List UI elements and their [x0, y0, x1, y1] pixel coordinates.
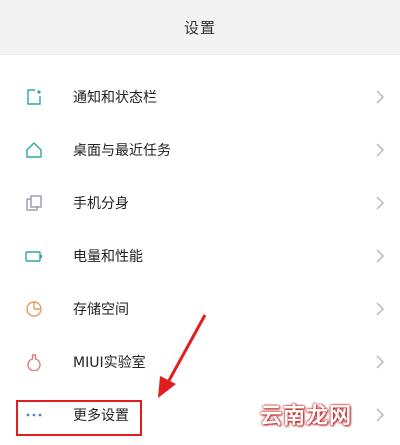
- settings-item-home-screen[interactable]: 桌面与最近任务: [0, 123, 400, 176]
- settings-item-battery[interactable]: 电量和性能: [0, 229, 400, 282]
- storage-icon: [24, 299, 44, 319]
- settings-item-storage[interactable]: 存储空间: [0, 282, 400, 335]
- settings-item-miui-lab[interactable]: MIUI实验室: [0, 335, 400, 388]
- lab-flask-icon: [24, 352, 44, 372]
- chevron-right-icon: [376, 302, 384, 315]
- chevron-right-icon: [376, 143, 384, 156]
- title-bar: 设置: [0, 0, 400, 55]
- settings-item-label: 通知和状态栏: [73, 89, 157, 106]
- chevron-right-icon: [376, 196, 384, 209]
- settings-item-dual-space[interactable]: 手机分身: [0, 176, 400, 229]
- chevron-right-icon: [376, 355, 384, 368]
- annotation-highlight-box: [16, 400, 142, 436]
- settings-item-label: 存储空间: [73, 301, 129, 318]
- home-icon: [24, 140, 44, 160]
- settings-item-notifications[interactable]: 通知和状态栏: [0, 70, 400, 123]
- chevron-right-icon: [376, 408, 384, 421]
- settings-item-label: 电量和性能: [73, 248, 143, 265]
- chevron-right-icon: [376, 249, 384, 262]
- notification-icon: [24, 87, 44, 107]
- settings-list: 通知和状态栏 桌面与最近任务 手机分身 电量和性能 存储空间 MIUI实验室 更…: [0, 70, 400, 441]
- chevron-right-icon: [376, 90, 384, 103]
- battery-icon: [24, 246, 44, 266]
- settings-item-label: MIUI实验室: [73, 354, 146, 371]
- dual-space-icon: [24, 193, 44, 213]
- settings-item-label: 手机分身: [73, 195, 129, 212]
- settings-item-label: 桌面与最近任务: [73, 142, 171, 159]
- page-title: 设置: [183, 18, 216, 37]
- watermark-logo: 云南龙网: [260, 404, 353, 429]
